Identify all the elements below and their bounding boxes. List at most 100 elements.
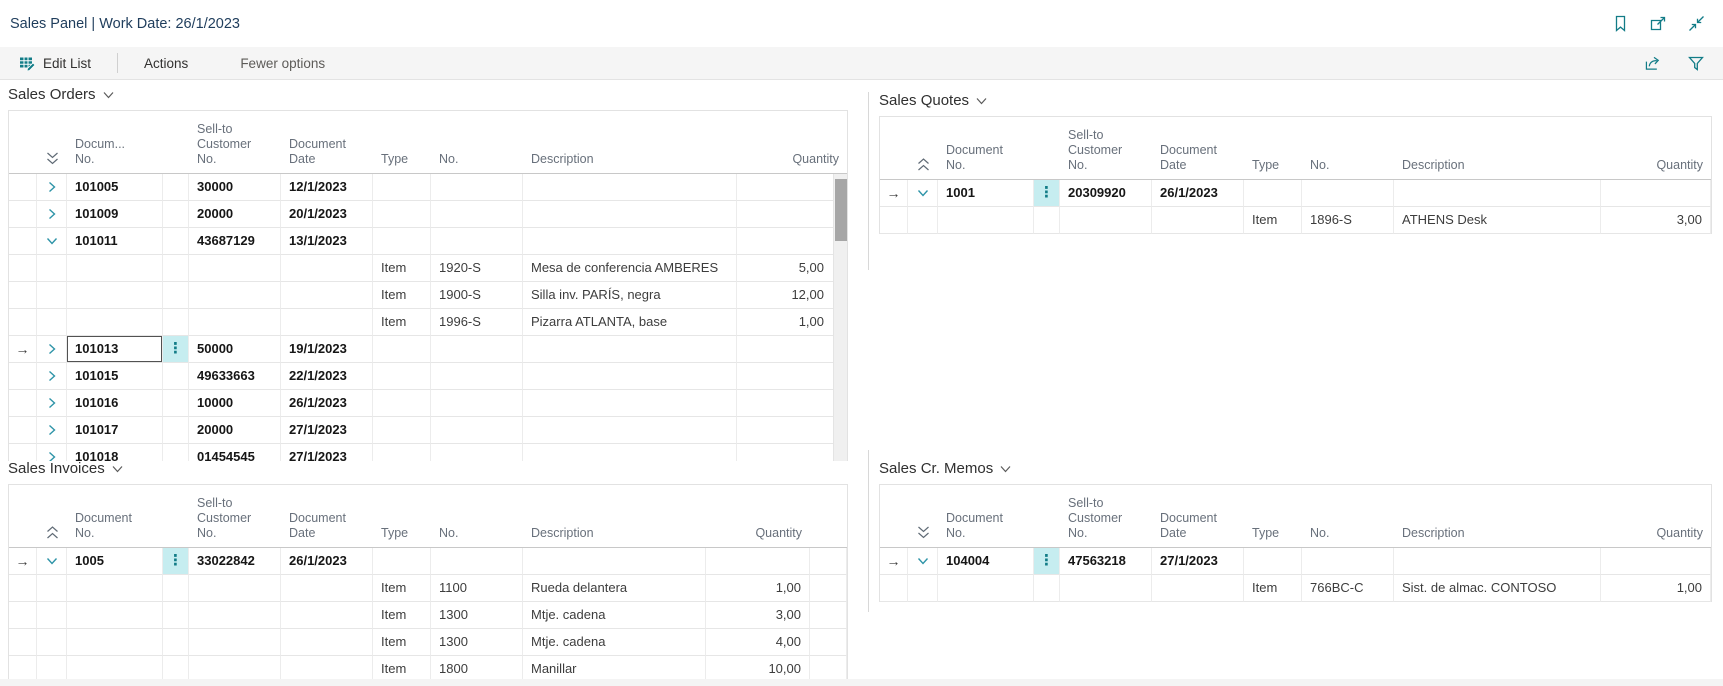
popout-icon[interactable] (1649, 15, 1667, 33)
document-no-cell[interactable]: 101009 (67, 201, 163, 228)
item-no-cell[interactable] (431, 201, 523, 228)
quantity-cell[interactable]: 5,00 (737, 255, 847, 282)
sell-to-customer-cell[interactable]: 30000 (189, 174, 281, 201)
column-header[interactable]: Docum... No. (67, 137, 163, 173)
document-no-cell[interactable] (938, 207, 1034, 234)
document-no-cell[interactable]: 101005 (67, 174, 163, 201)
column-header[interactable]: Sell-to Customer No. (189, 122, 281, 173)
description-cell[interactable] (523, 201, 737, 228)
document-date-cell[interactable]: 13/1/2023 (281, 228, 373, 255)
document-date-cell[interactable]: 26/1/2023 (281, 390, 373, 417)
item-no-cell[interactable]: 1300 (431, 602, 523, 629)
description-cell[interactable]: Silla inv. PARÍS, negra (523, 282, 737, 309)
column-header[interactable]: Sell-to Customer No. (1060, 496, 1152, 547)
quantity-cell[interactable] (737, 228, 847, 255)
item-no-cell[interactable]: 1100 (431, 575, 523, 602)
document-date-cell[interactable]: 20/1/2023 (281, 201, 373, 228)
sales-cr-memos-title[interactable]: Sales Cr. Memos (879, 456, 1712, 480)
filter-icon[interactable] (1687, 54, 1705, 72)
type-cell[interactable]: Item (373, 255, 431, 282)
type-cell[interactable]: Item (373, 629, 431, 656)
type-cell[interactable] (373, 336, 431, 363)
column-header[interactable]: Document Date (1152, 143, 1244, 179)
column-header[interactable]: Description (1394, 526, 1601, 547)
type-cell[interactable] (373, 417, 431, 444)
type-cell[interactable]: Item (373, 575, 431, 602)
item-no-cell[interactable] (431, 417, 523, 444)
document-date-cell[interactable]: 19/1/2023 (281, 336, 373, 363)
table-row[interactable]: Item 766BC-C Sist. de almac. CONTOSO 1,00 (880, 575, 1711, 602)
document-date-cell[interactable]: 27/1/2023 (281, 417, 373, 444)
column-header[interactable]: Document Date (281, 137, 373, 173)
description-cell[interactable]: Mesa de conferencia AMBERES (523, 255, 737, 282)
column-header[interactable]: Type (373, 152, 431, 173)
description-cell[interactable]: Mtje. cadena (523, 629, 706, 656)
type-cell[interactable] (373, 363, 431, 390)
document-no-cell[interactable]: 1005 (67, 548, 163, 575)
column-header[interactable]: Document No. (938, 511, 1034, 547)
share-icon[interactable] (1645, 54, 1663, 72)
document-no-cell[interactable]: 101011 (67, 228, 163, 255)
sell-to-customer-cell[interactable]: 20000 (189, 201, 281, 228)
document-no-cell[interactable]: 104004 (938, 548, 1034, 575)
document-date-cell[interactable] (281, 575, 373, 602)
type-cell[interactable] (373, 174, 431, 201)
collapse-all-icon[interactable] (908, 525, 938, 547)
description-cell[interactable] (523, 336, 737, 363)
column-header[interactable]: No. (431, 526, 523, 547)
type-cell[interactable] (1244, 180, 1302, 207)
table-row[interactable]: Item 1300 Mtje. cadena 4,00 (9, 629, 847, 656)
kebab-menu-icon[interactable]: ⋮ (1034, 548, 1059, 574)
collapse-row-icon[interactable] (908, 548, 937, 574)
column-header[interactable]: Document Date (281, 511, 373, 547)
collapse-all-icon[interactable] (37, 151, 67, 173)
column-header[interactable]: Type (1244, 158, 1302, 179)
expand-row-icon[interactable] (37, 417, 66, 443)
expand-row-icon[interactable] (37, 390, 66, 416)
column-header[interactable]: Quantity (1601, 158, 1711, 179)
item-no-cell[interactable]: 1896-S (1302, 207, 1394, 234)
item-no-cell[interactable] (1302, 180, 1394, 207)
document-date-cell[interactable] (281, 602, 373, 629)
document-date-cell[interactable]: 22/1/2023 (281, 363, 373, 390)
sell-to-customer-cell[interactable]: 50000 (189, 336, 281, 363)
item-no-cell[interactable] (1302, 548, 1394, 575)
column-header[interactable]: Sell-to Customer No. (189, 496, 281, 547)
type-cell[interactable] (1244, 548, 1302, 575)
table-row[interactable]: → 104004 ⋮ 47563218 27/1/2023 (880, 548, 1711, 575)
sell-to-customer-cell[interactable] (1060, 207, 1152, 234)
type-cell[interactable] (373, 390, 431, 417)
sell-to-customer-cell[interactable]: 20309920 (1060, 180, 1152, 207)
expand-all-icon[interactable] (37, 525, 67, 547)
column-header[interactable]: Quantity (737, 152, 847, 173)
quantity-cell[interactable] (737, 336, 847, 363)
kebab-menu-icon[interactable]: ⋮ (163, 336, 188, 362)
quantity-cell[interactable] (737, 201, 847, 228)
item-no-cell[interactable] (431, 363, 523, 390)
document-no-cell[interactable]: 101017 (67, 417, 163, 444)
item-no-cell[interactable]: 1996-S (431, 309, 523, 336)
document-no-cell[interactable] (67, 282, 163, 309)
sell-to-customer-cell[interactable] (189, 602, 281, 629)
document-no-cell[interactable] (938, 575, 1034, 602)
expand-row-icon[interactable] (37, 201, 66, 227)
actions-menu[interactable]: Actions (144, 56, 188, 71)
column-header[interactable]: Sell-to Customer No. (1060, 128, 1152, 179)
item-no-cell[interactable] (431, 174, 523, 201)
expand-row-icon[interactable] (37, 174, 66, 200)
description-cell[interactable]: Rueda delantera (523, 575, 706, 602)
description-cell[interactable] (523, 174, 737, 201)
quantity-cell[interactable] (1601, 180, 1711, 207)
table-row[interactable]: 101017 20000 27/1/2023 (9, 417, 847, 444)
bookmark-icon[interactable] (1611, 15, 1629, 33)
column-header[interactable]: Description (1394, 158, 1601, 179)
document-date-cell[interactable]: 12/1/2023 (281, 174, 373, 201)
document-date-cell[interactable] (1152, 207, 1244, 234)
table-row[interactable]: Item 1996-S Pizarra ATLANTA, base 1,00 (9, 309, 847, 336)
document-no-cell[interactable] (67, 629, 163, 656)
sales-quotes-title[interactable]: Sales Quotes (879, 88, 1712, 112)
quantity-cell[interactable] (706, 548, 810, 575)
item-no-cell[interactable] (431, 228, 523, 255)
item-no-cell[interactable] (431, 548, 523, 575)
quantity-cell[interactable]: 4,00 (706, 629, 810, 656)
